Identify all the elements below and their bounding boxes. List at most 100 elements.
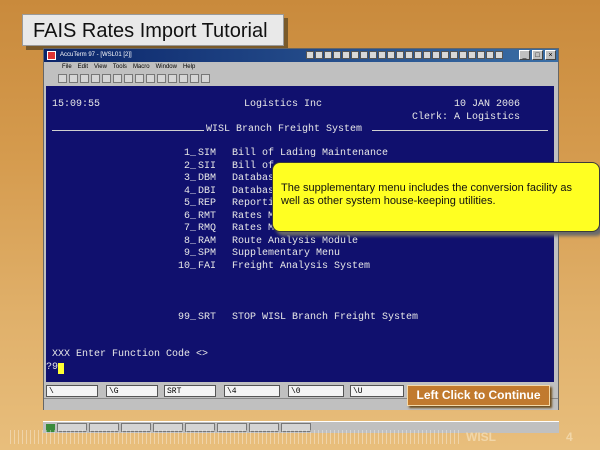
tool-icon[interactable] bbox=[324, 51, 332, 59]
tool-icon[interactable] bbox=[369, 51, 377, 59]
transfer-icon[interactable] bbox=[179, 74, 188, 83]
tool-icon[interactable] bbox=[432, 51, 440, 59]
menu-label: Freight Analysis System bbox=[232, 261, 371, 272]
menu-code: SII bbox=[198, 161, 217, 172]
save-icon[interactable] bbox=[80, 74, 89, 83]
minimize-button[interactable]: _ bbox=[519, 50, 530, 60]
tool-icon[interactable] bbox=[459, 51, 467, 59]
function-key[interactable]: \ bbox=[46, 385, 98, 397]
menu-num: 6_ bbox=[183, 211, 196, 222]
menu-code: RMT bbox=[198, 211, 217, 222]
tool-icon[interactable] bbox=[387, 51, 395, 59]
print-icon[interactable] bbox=[91, 74, 100, 83]
tool-icon[interactable] bbox=[495, 51, 503, 59]
menu-label: Rates M bbox=[232, 211, 275, 222]
settings-icon[interactable] bbox=[157, 74, 166, 83]
tool-icon[interactable] bbox=[414, 51, 422, 59]
tutorial-callout: The supplementary menu includes the conv… bbox=[272, 162, 600, 232]
tool-icon[interactable] bbox=[405, 51, 413, 59]
terminal-company: Logistics Inc bbox=[244, 99, 323, 110]
function-prompt: XXX Enter Function Code <> bbox=[52, 349, 209, 360]
tool-icon[interactable] bbox=[423, 51, 431, 59]
menu-num: 1_ bbox=[183, 148, 196, 159]
menu-window[interactable]: Window bbox=[156, 62, 177, 72]
menu-num: 4_ bbox=[183, 186, 196, 197]
menu-num: 3_ bbox=[183, 173, 196, 184]
window-title: AccuTerm 97 - [WSL01 [2]] bbox=[60, 52, 132, 58]
function-key[interactable]: \0 bbox=[288, 385, 344, 397]
tool-icon[interactable] bbox=[450, 51, 458, 59]
tool-icon[interactable] bbox=[441, 51, 449, 59]
menu-num: 2_ bbox=[183, 161, 196, 172]
tool-icon[interactable] bbox=[315, 51, 323, 59]
menu-tools[interactable]: Tools bbox=[113, 62, 127, 72]
tool-icon[interactable] bbox=[360, 51, 368, 59]
function-key[interactable]: \G bbox=[106, 385, 158, 397]
tool-icon[interactable] bbox=[396, 51, 404, 59]
menu-code: SIM bbox=[198, 148, 217, 159]
menu-file[interactable]: File bbox=[62, 62, 72, 72]
header-rule-right bbox=[372, 130, 548, 131]
menu-label: STOP WISL Branch Freight System bbox=[232, 312, 419, 323]
app-icon bbox=[47, 51, 56, 60]
menu-label: Rates M bbox=[232, 223, 275, 234]
cut-icon[interactable] bbox=[102, 74, 111, 83]
menu-label: Bill of bbox=[232, 161, 275, 172]
menu-num: 5_ bbox=[183, 198, 196, 209]
menu-label: Bill of Lading Maintenance bbox=[232, 148, 389, 159]
menu-num: 99_ bbox=[177, 312, 196, 323]
continue-button[interactable]: Left Click to Continue bbox=[407, 385, 550, 406]
menu-code: RMQ bbox=[198, 223, 217, 234]
menu-num: 9_ bbox=[183, 248, 196, 259]
footer-brand: WISL bbox=[466, 430, 496, 444]
menu-code: SPM bbox=[198, 248, 217, 259]
disconnect-icon[interactable] bbox=[146, 74, 155, 83]
maximize-button[interactable]: □ bbox=[532, 50, 543, 60]
menu-code: DBM bbox=[198, 173, 217, 184]
slide-title: FAIS Rates Import Tutorial bbox=[22, 14, 284, 46]
function-key[interactable]: \U bbox=[350, 385, 404, 397]
menu-code: DBI bbox=[198, 186, 217, 197]
new-icon[interactable] bbox=[58, 74, 67, 83]
terminal-clerk: Clerk: A Logistics bbox=[412, 112, 521, 123]
tool-icon[interactable] bbox=[351, 51, 359, 59]
tool-icon[interactable] bbox=[477, 51, 485, 59]
help-icon[interactable] bbox=[201, 74, 210, 83]
terminal-date: 10 JAN 2006 bbox=[454, 99, 521, 110]
menu-label: Databas bbox=[232, 173, 275, 184]
decorative-strip bbox=[10, 430, 460, 444]
menu-code: SRT bbox=[198, 312, 217, 323]
connect-icon[interactable] bbox=[135, 74, 144, 83]
tool-icon[interactable] bbox=[486, 51, 494, 59]
menu-edit[interactable]: Edit bbox=[78, 62, 88, 72]
function-input[interactable]: ?9 bbox=[46, 362, 58, 373]
menu-label: Supplementary Menu bbox=[232, 248, 341, 259]
capture-icon[interactable] bbox=[168, 74, 177, 83]
paste-icon[interactable] bbox=[124, 74, 133, 83]
titlebar-tool-icons bbox=[306, 51, 503, 59]
tool-icon[interactable] bbox=[342, 51, 350, 59]
open-icon[interactable] bbox=[69, 74, 78, 83]
menu-help[interactable]: Help bbox=[183, 62, 195, 72]
tool-icon[interactable] bbox=[468, 51, 476, 59]
function-key[interactable]: \4 bbox=[224, 385, 280, 397]
menu-num: 10_ bbox=[177, 261, 196, 272]
menu-code: RAM bbox=[198, 236, 217, 247]
terminal-cursor bbox=[58, 363, 64, 374]
menu-macro[interactable]: Macro bbox=[133, 62, 150, 72]
macro-icon[interactable] bbox=[190, 74, 199, 83]
menu-bar: File Edit View Tools Macro Window Help bbox=[44, 62, 558, 72]
close-button[interactable]: × bbox=[545, 50, 556, 60]
terminal-screen[interactable]: 15:09:55 Logistics Inc 10 JAN 2006 Clerk… bbox=[46, 86, 554, 382]
tool-icon[interactable] bbox=[378, 51, 386, 59]
tool-icon[interactable] bbox=[306, 51, 314, 59]
copy-icon[interactable] bbox=[113, 74, 122, 83]
page-number: 4 bbox=[566, 430, 573, 444]
menu-view[interactable]: View bbox=[94, 62, 107, 72]
function-key[interactable]: SRT bbox=[164, 385, 216, 397]
tool-icon[interactable] bbox=[333, 51, 341, 59]
menu-label: Reporti bbox=[232, 198, 275, 209]
system-title: WISL Branch Freight System bbox=[206, 124, 363, 135]
window-titlebar[interactable]: AccuTerm 97 - [WSL01 [2]] _ □ × bbox=[44, 49, 558, 62]
toolbar bbox=[44, 72, 558, 85]
